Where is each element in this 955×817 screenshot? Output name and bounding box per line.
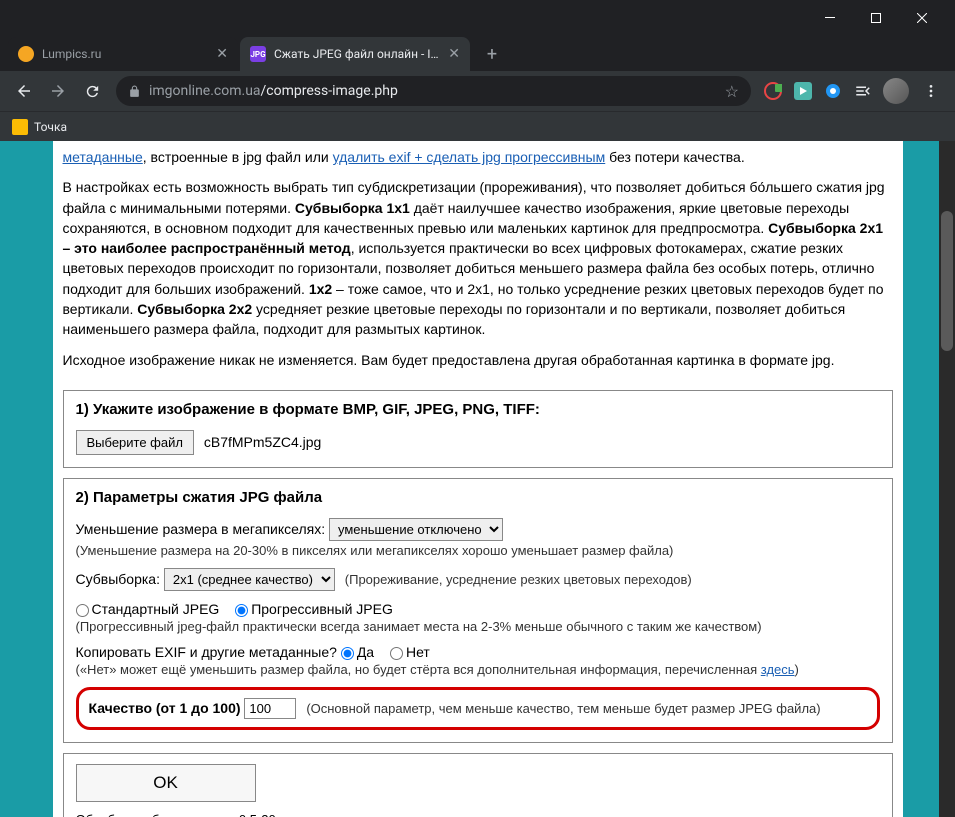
tab-strip: Lumpics.ru ✕ JPG Сжать JPEG файл онлайн …	[0, 35, 955, 71]
extension-icon[interactable]	[759, 77, 787, 105]
quality-row: Качество (от 1 до 100) (Основной парамет…	[76, 687, 880, 730]
url-text: imgonline.com.ua/compress-image.php	[149, 83, 717, 99]
ok-button[interactable]: OK	[76, 764, 256, 802]
section-file: 1) Укажите изображение в формате BMP, GI…	[63, 390, 893, 468]
subsample-select[interactable]: 2x1 (среднее качество)	[164, 568, 335, 591]
metadata-link[interactable]: метаданные	[63, 149, 143, 165]
exif-no-radio[interactable]	[390, 647, 403, 660]
subsample-hint: (Прореживание, усреднение резких цветовы…	[345, 572, 692, 587]
tab-title: Сжать JPEG файл онлайн - IMG	[274, 47, 442, 61]
section-params: 2) Параметры сжатия JPG файла Уменьшение…	[63, 478, 893, 743]
page-body: метаданные, встроенные в jpg файл или уд…	[53, 141, 903, 817]
progressive-jpeg-option[interactable]: Прогрессивный JPEG	[235, 601, 393, 617]
megapixels-hint: (Уменьшение размера на 20-30% в пикселях…	[76, 543, 880, 558]
browser-toolbar: imgonline.com.ua/compress-image.php ☆	[0, 71, 955, 111]
bookmarks-bar: Точка	[0, 111, 955, 141]
subsample-label: Субвыборка:	[76, 571, 164, 587]
standard-jpeg-option[interactable]: Стандартный JPEG	[76, 601, 220, 617]
exif-label: Копировать EXIF и другие метаданные?	[76, 644, 341, 660]
viewport: метаданные, встроенные в jpg файл или уд…	[0, 141, 955, 817]
close-tab-icon[interactable]: ✕	[216, 46, 228, 62]
section-submit: OK Обработка обычно длится 0.5-20 секунд…	[63, 753, 893, 817]
quality-hint: (Основной параметр, чем меньше качество,…	[306, 701, 820, 716]
new-tab-button[interactable]: +	[478, 40, 506, 68]
megapixels-select[interactable]: уменьшение отключено	[329, 518, 503, 541]
progressive-hint: (Прогрессивный jpeg-файл практически все…	[76, 619, 880, 634]
star-icon[interactable]: ☆	[725, 82, 739, 101]
section-title: 1) Укажите изображение в формате BMP, GI…	[76, 401, 880, 418]
favicon-icon: JPG	[250, 46, 266, 62]
intro-text: метаданные, встроенные в jpg файл или уд…	[63, 141, 893, 390]
tab-imgonline[interactable]: JPG Сжать JPEG файл онлайн - IMG ✕	[240, 37, 470, 71]
close-button[interactable]	[899, 0, 945, 35]
processing-hint: Обработка обычно длится 0.5-20 секунд.	[76, 812, 880, 817]
exif-yes-option[interactable]: Да	[341, 644, 374, 660]
standard-jpeg-radio[interactable]	[76, 604, 89, 617]
exif-here-link[interactable]: здесь	[761, 662, 795, 677]
minimize-button[interactable]	[807, 0, 853, 35]
forward-button[interactable]	[42, 75, 74, 107]
tab-title: Lumpics.ru	[42, 47, 210, 61]
maximize-button[interactable]	[853, 0, 899, 35]
bookmark-item[interactable]: Точка	[34, 120, 67, 134]
menu-button[interactable]	[915, 75, 947, 107]
profile-avatar[interactable]	[883, 78, 909, 104]
quality-label: Качество (от 1 до 100)	[89, 700, 245, 716]
reload-button[interactable]	[76, 75, 108, 107]
window-titlebar	[0, 0, 955, 35]
remove-exif-link[interactable]: удалить exif + сделать jpg прогрессивным	[333, 149, 606, 165]
address-bar[interactable]: imgonline.com.ua/compress-image.php ☆	[116, 76, 751, 106]
bookmark-folder-icon	[12, 119, 28, 135]
exif-yes-radio[interactable]	[341, 647, 354, 660]
section-title: 2) Параметры сжатия JPG файла	[76, 489, 880, 506]
reading-list-icon[interactable]	[849, 77, 877, 105]
tab-lumpics[interactable]: Lumpics.ru ✕	[8, 37, 238, 71]
progressive-jpeg-radio[interactable]	[235, 604, 248, 617]
favicon-icon	[18, 46, 34, 62]
extension-icon[interactable]	[819, 77, 847, 105]
scrollbar-thumb[interactable]	[941, 211, 953, 351]
megapixels-label: Уменьшение размера в мегапикселях:	[76, 521, 330, 537]
quality-input[interactable]	[244, 698, 296, 719]
scrollbar-track[interactable]	[939, 141, 955, 817]
exif-hint: («Нет» может ещё уменьшить размер файла,…	[76, 662, 880, 677]
exif-no-option[interactable]: Нет	[390, 644, 430, 660]
extension-icon[interactable]	[789, 77, 817, 105]
choose-file-button[interactable]: Выберите файл	[76, 430, 194, 455]
back-button[interactable]	[8, 75, 40, 107]
close-tab-icon[interactable]: ✕	[448, 46, 460, 62]
filename-label: cB7fMPm5ZC4.jpg	[204, 434, 321, 450]
lock-icon	[128, 85, 141, 98]
